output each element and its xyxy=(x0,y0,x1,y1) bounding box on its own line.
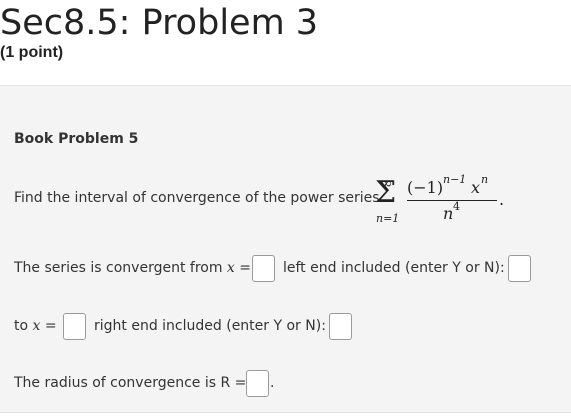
line1-equals: = xyxy=(239,260,252,276)
line2-prefix: to xyxy=(14,318,33,334)
line2-text: to x = xyxy=(14,317,57,335)
line1-variable: x xyxy=(226,260,235,276)
left-end-label: left end included (enter Y or N): xyxy=(283,260,505,276)
radius-label: The radius of convergence is R = xyxy=(14,375,247,391)
problem-panel: Book Problem 5 Find the interval of conv… xyxy=(0,85,571,413)
numerator-variable-exponent: n xyxy=(481,173,489,186)
line1-prefix: The series is convergent from xyxy=(14,260,227,276)
denominator-base: n xyxy=(443,204,454,223)
problem-heading: Book Problem 5 xyxy=(14,131,139,147)
radius-period: . xyxy=(270,375,275,391)
radius-input[interactable] xyxy=(246,370,269,397)
from-x-input[interactable] xyxy=(252,255,275,282)
fraction-bar xyxy=(407,200,497,201)
denominator-exponent: 4 xyxy=(453,200,460,213)
end-punctuation: . xyxy=(499,190,505,209)
power-series-formula: ∞ Σ n=1 (−1) n−1 x n n 4 . xyxy=(375,172,505,232)
to-x-input[interactable] xyxy=(63,313,86,340)
numerator-exponent: n−1 xyxy=(443,173,467,186)
line2-variable: x xyxy=(32,318,41,334)
left-end-included-input[interactable] xyxy=(508,255,531,282)
line2-equals: = xyxy=(44,318,57,334)
points-label: (1 point) xyxy=(0,44,64,61)
numerator-base: (−1) xyxy=(407,178,444,197)
sum-lower-limit: n=1 xyxy=(376,212,400,225)
problem-prompt: Find the interval of convergence of the … xyxy=(14,190,380,206)
right-end-label: right end included (enter Y or N): xyxy=(94,318,326,334)
right-end-included-input[interactable] xyxy=(329,313,352,340)
line1-text: The series is convergent from x = xyxy=(14,259,251,277)
numerator-variable: x xyxy=(471,178,481,197)
sigma-icon: Σ xyxy=(375,175,397,210)
page-title: Sec8.5: Problem 3 xyxy=(0,3,319,43)
